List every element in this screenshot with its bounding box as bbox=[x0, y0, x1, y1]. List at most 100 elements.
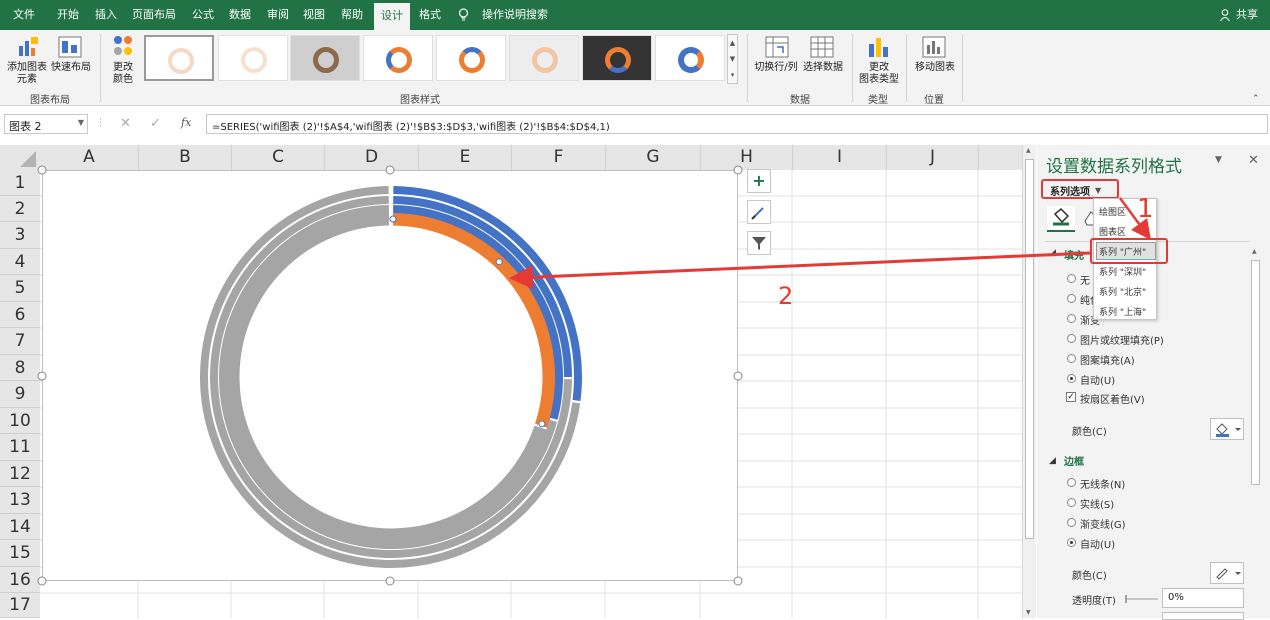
switch-row-column-button[interactable]: 切换行/列 bbox=[752, 62, 800, 74]
cancel-icon[interactable]: ✕ bbox=[120, 116, 131, 131]
dropdown-item-series-shanghai[interactable]: 系列 "上海" bbox=[1099, 305, 1146, 318]
column-header-e[interactable]: E bbox=[418, 145, 511, 170]
fill-option-picture[interactable]: 图片或纹理填充(P) bbox=[1080, 332, 1164, 347]
pane-scroll-thumb[interactable] bbox=[1251, 260, 1260, 485]
column-header-k[interactable] bbox=[978, 145, 1022, 170]
chart-style-8[interactable] bbox=[655, 35, 725, 81]
border-section-header[interactable]: 边框 bbox=[1064, 453, 1084, 468]
pane-options-chevron-icon[interactable]: ▼ bbox=[1215, 155, 1222, 165]
chart-styles-brush-icon[interactable] bbox=[747, 200, 771, 224]
tab-review[interactable]: 审阅 bbox=[260, 0, 296, 30]
column-header-b[interactable]: B bbox=[138, 145, 231, 170]
tab-home[interactable]: 开始 bbox=[50, 0, 86, 30]
series-selection-handle-1[interactable] bbox=[389, 215, 397, 223]
insert-function-icon[interactable]: fx bbox=[181, 116, 191, 129]
border-option-radio[interactable] bbox=[1067, 518, 1076, 527]
row-header[interactable]: 12 bbox=[0, 461, 40, 487]
collapse-ribbon-icon[interactable]: ⌃ bbox=[1252, 94, 1260, 104]
fill-option-radio[interactable] bbox=[1067, 354, 1076, 363]
tab-format[interactable]: 格式 bbox=[412, 0, 448, 30]
row-header[interactable]: 4 bbox=[0, 249, 40, 275]
change-colors-button[interactable]: 更改 颜色 bbox=[104, 62, 142, 86]
chart-style-6[interactable] bbox=[509, 35, 579, 81]
row-header[interactable]: 13 bbox=[0, 487, 40, 514]
border-option-gradient[interactable]: 渐变线(G) bbox=[1080, 516, 1126, 531]
column-header-g[interactable]: G bbox=[605, 145, 700, 170]
select-all-corner[interactable] bbox=[0, 145, 40, 170]
transparency-input[interactable]: 0% bbox=[1162, 588, 1244, 608]
styles-scroll[interactable]: ▲ ▼ ▾ bbox=[727, 34, 738, 84]
border-option-automatic[interactable]: 自动(U) bbox=[1080, 536, 1115, 551]
pane-scroll-up-icon[interactable]: ▲ bbox=[1252, 248, 1257, 255]
add-chart-element-button[interactable]: 添加图表 元素 bbox=[4, 62, 50, 86]
chart-style-5[interactable] bbox=[436, 35, 506, 81]
row-header[interactable]: 3 bbox=[0, 222, 40, 249]
fill-option-automatic[interactable]: 自动(U) bbox=[1080, 372, 1115, 387]
row-header[interactable]: 9 bbox=[0, 381, 40, 408]
fill-option-pattern[interactable]: 图案填充(A) bbox=[1080, 352, 1135, 367]
tab-data[interactable]: 数据 bbox=[222, 0, 258, 30]
row-header[interactable]: 15 bbox=[0, 540, 40, 567]
fill-option-radio[interactable] bbox=[1067, 294, 1076, 303]
width-input[interactable] bbox=[1162, 612, 1244, 620]
formula-input[interactable]: =SERIES('wifi图表 (2)'!$A$4,'wifi图表 (2)'!$… bbox=[206, 114, 1268, 134]
column-header-d[interactable]: D bbox=[324, 145, 418, 170]
chart-filter-icon[interactable] bbox=[747, 231, 771, 255]
scroll-down-icon[interactable]: ▼ bbox=[1026, 609, 1031, 616]
row-header[interactable]: 14 bbox=[0, 514, 40, 540]
border-option-radio[interactable] bbox=[1067, 478, 1076, 487]
change-chart-type-button[interactable]: 更改 图表类型 bbox=[856, 62, 902, 86]
tab-view[interactable]: 视图 bbox=[296, 0, 332, 30]
column-header-j[interactable]: J bbox=[886, 145, 978, 170]
fill-option-none[interactable]: 无 bbox=[1080, 272, 1090, 287]
row-header[interactable]: 16 bbox=[0, 567, 40, 593]
border-section-arrow-icon[interactable]: ◢ bbox=[1049, 456, 1056, 466]
column-header-c[interactable]: C bbox=[231, 145, 324, 170]
fill-option-radio[interactable] bbox=[1067, 374, 1076, 383]
tab-page-layout[interactable]: 页面布局 bbox=[128, 0, 180, 30]
tab-file[interactable]: 文件 bbox=[6, 0, 42, 30]
column-header-h[interactable]: H bbox=[700, 145, 792, 170]
vertical-scrollbar[interactable]: ▲ ▼ bbox=[1022, 145, 1036, 618]
row-header[interactable]: 7 bbox=[0, 328, 40, 355]
pane-close-icon[interactable]: ✕ bbox=[1248, 153, 1259, 168]
chart-style-3[interactable] bbox=[290, 35, 360, 81]
series-options-chevron-icon[interactable]: ▼ bbox=[1095, 186, 1101, 195]
row-header[interactable]: 17 bbox=[0, 593, 40, 618]
fill-section-header[interactable]: 填充 bbox=[1064, 247, 1084, 262]
row-header[interactable]: 5 bbox=[0, 275, 40, 302]
tell-me-search[interactable]: 操作说明搜索 bbox=[480, 0, 550, 30]
chart-style-1[interactable] bbox=[144, 35, 214, 81]
border-option-radio[interactable] bbox=[1067, 498, 1076, 507]
fill-option-radio[interactable] bbox=[1067, 274, 1076, 283]
share-button[interactable]: 共享 bbox=[1232, 0, 1262, 30]
dropdown-item-series-beijing[interactable]: 系列 "北京" bbox=[1099, 285, 1146, 298]
transparency-slider[interactable] bbox=[1124, 594, 1160, 604]
column-header-i[interactable]: I bbox=[792, 145, 886, 170]
border-color-picker[interactable] bbox=[1210, 562, 1244, 584]
row-header[interactable]: 1 bbox=[0, 170, 40, 196]
series-options-dropdown[interactable]: 系列选项 bbox=[1050, 183, 1090, 198]
column-header-a[interactable]: A bbox=[40, 145, 138, 170]
fill-color-picker[interactable] bbox=[1210, 418, 1244, 440]
chart-style-2[interactable] bbox=[218, 35, 288, 81]
select-data-button[interactable]: 选择数据 bbox=[800, 62, 846, 74]
fill-option-radio[interactable] bbox=[1067, 334, 1076, 343]
tab-help[interactable]: 帮助 bbox=[334, 0, 370, 30]
pane-scrollbar[interactable]: ▲ bbox=[1250, 248, 1262, 618]
series-selection-handle-3[interactable] bbox=[538, 420, 546, 428]
row-header[interactable]: 8 bbox=[0, 355, 40, 381]
tab-insert[interactable]: 插入 bbox=[88, 0, 124, 30]
dropdown-item-series-shenzhen[interactable]: 系列 "深圳" bbox=[1099, 265, 1146, 278]
chart-elements-plus-icon[interactable]: + bbox=[747, 169, 771, 193]
dropdown-item-plot-area[interactable]: 绘图区 bbox=[1099, 205, 1126, 218]
tab-formulas[interactable]: 公式 bbox=[185, 0, 221, 30]
chart-area[interactable] bbox=[42, 170, 738, 581]
ring-remainder-1[interactable] bbox=[226, 212, 547, 542]
chart-style-4[interactable] bbox=[363, 35, 433, 81]
move-chart-button[interactable]: 移动图表 bbox=[912, 62, 958, 74]
tab-design[interactable]: 设计 bbox=[374, 3, 410, 30]
enter-icon[interactable]: ✓ bbox=[150, 116, 161, 131]
vary-colors-checkbox[interactable]: ✓ bbox=[1066, 392, 1076, 402]
scroll-up-icon[interactable]: ▲ bbox=[1026, 147, 1031, 154]
